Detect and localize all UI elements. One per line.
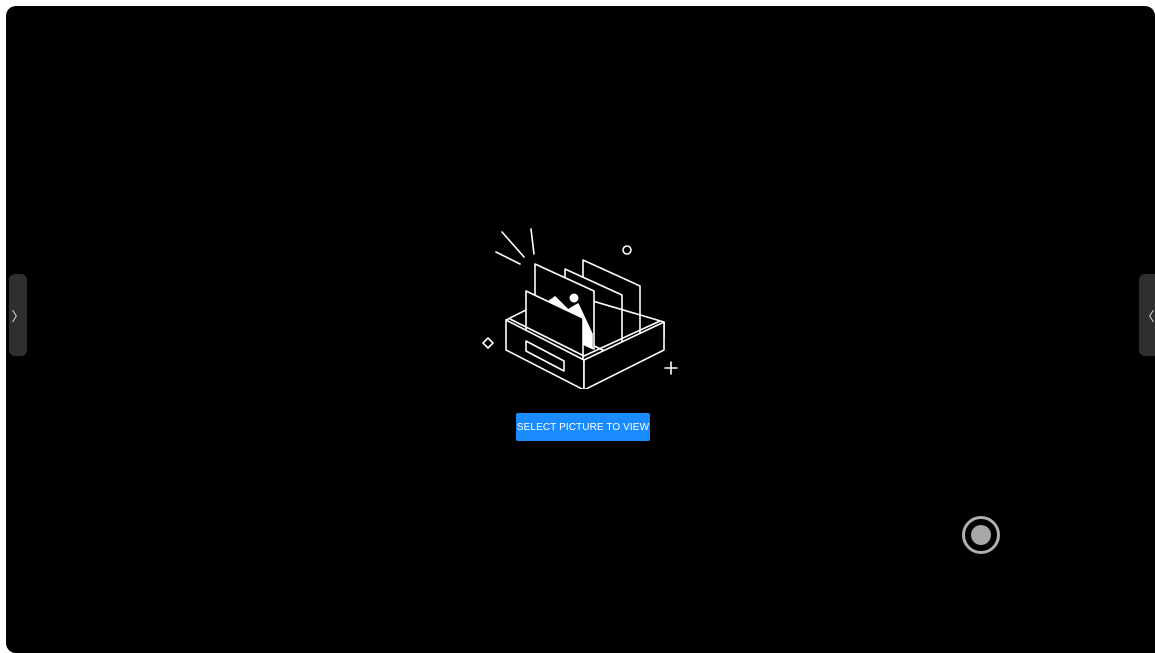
sparkle-line: [495, 251, 521, 265]
sparkle-diamond: [482, 337, 494, 349]
right-panel-toggle[interactable]: 〈: [1139, 274, 1155, 356]
photo-sun: [569, 293, 579, 303]
sparkle-line: [530, 228, 535, 255]
sparkle-circle: [622, 245, 632, 255]
chevron-left-icon: 〈: [1141, 308, 1155, 324]
viewer-screen: 〉 〈 SELECT PICTURE TO VIEW: [6, 6, 1155, 653]
left-panel-toggle[interactable]: 〉: [9, 274, 27, 356]
chevron-right-icon: 〉: [11, 308, 25, 324]
sparkle-line: [501, 231, 525, 258]
photo-drawer-icon: [482, 228, 678, 389]
record-icon[interactable]: [961, 515, 1001, 555]
select-picture-button[interactable]: SELECT PICTURE TO VIEW: [516, 413, 650, 441]
